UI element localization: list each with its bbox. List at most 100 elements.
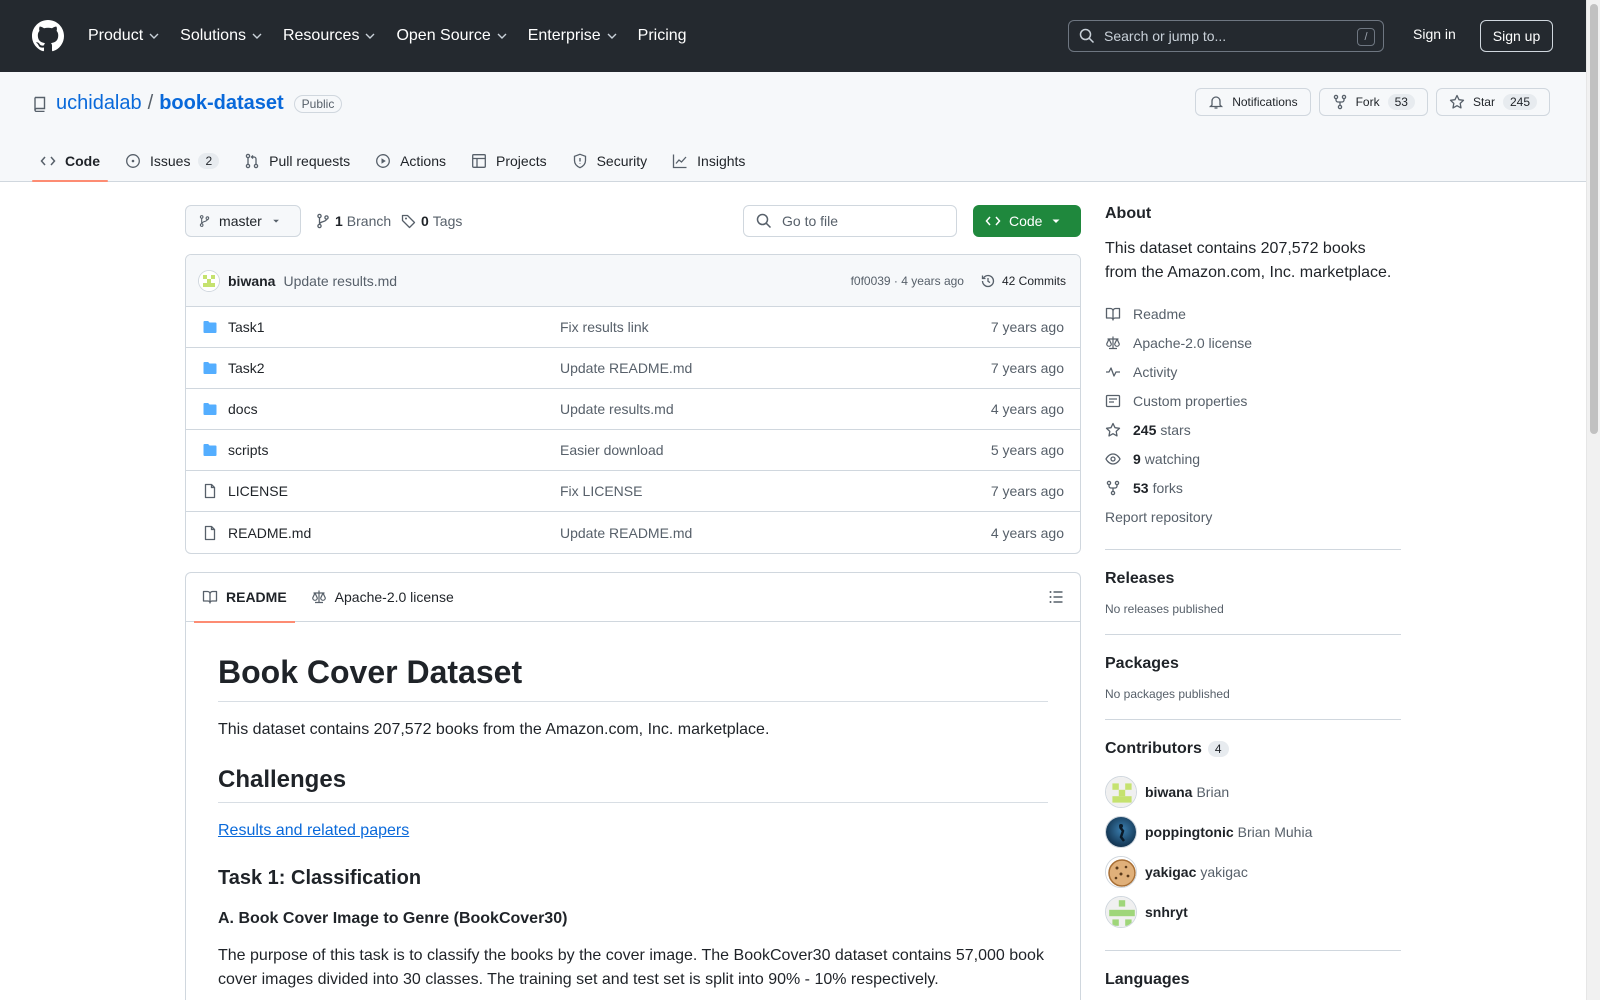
scrollbar-thumb[interactable] <box>1590 4 1598 434</box>
go-to-file-placeholder: Go to file <box>782 213 839 229</box>
file-name-link[interactable]: Task1 <box>228 319 560 335</box>
readme-results-paragraph: Results and related papers <box>218 819 1048 843</box>
tab-pull-requests[interactable]: Pull requests <box>236 140 358 182</box>
sidebar-readme-link[interactable]: Readme <box>1105 299 1401 328</box>
branch-selector-button[interactable]: master <box>185 205 301 237</box>
code-dropdown-button[interactable]: Code <box>973 205 1081 237</box>
github-logo-icon[interactable] <box>32 20 64 52</box>
contributor-item[interactable]: poppingtonic Brian Muhia <box>1105 812 1401 852</box>
file-commit-date: 7 years ago <box>990 319 1064 335</box>
nav-open-source-label: Open Source <box>396 27 491 44</box>
sidebar-forks-link[interactable]: 53 forks <box>1105 473 1401 502</box>
nav-pricing[interactable]: Pricing <box>638 27 687 45</box>
branch-icon <box>199 215 210 227</box>
table-row[interactable]: scripts Easier download 5 years ago <box>186 430 1080 471</box>
sidebar-activity-link[interactable]: Activity <box>1105 357 1401 386</box>
tab-security[interactable]: Security <box>564 140 656 182</box>
identicon-graphic <box>199 270 219 291</box>
sign-up-button[interactable]: Sign up <box>1480 20 1553 52</box>
contributor-item[interactable]: yakigac yakigac <box>1105 852 1401 892</box>
tab-readme[interactable]: README <box>194 573 295 623</box>
commit-author-link[interactable]: biwana <box>228 273 275 289</box>
file-toolbar: master 1 Branch 0 Tags Go to file Code <box>185 205 1081 239</box>
global-header: Product Solutions Resources Open Source … <box>0 0 1586 72</box>
table-row[interactable]: Task2 Update README.md 7 years ago <box>186 348 1080 389</box>
tab-license[interactable]: Apache-2.0 license <box>303 573 462 622</box>
file-commit-message-link[interactable]: Easier download <box>560 442 664 458</box>
list-unordered-icon[interactable] <box>1048 589 1064 605</box>
readme-title: Book Cover Dataset <box>218 622 1048 702</box>
identicon-graphic <box>1106 777 1136 807</box>
file-name-link[interactable]: LICENSE <box>228 483 560 499</box>
eye-icon <box>1105 452 1121 465</box>
readme-content: Book Cover Dataset This dataset contains… <box>186 622 1080 992</box>
table-row[interactable]: Task1 Fix results link 7 years ago <box>186 307 1080 348</box>
branch-count: 1 <box>335 213 343 229</box>
table-row[interactable]: LICENSE Fix LICENSE 7 years ago <box>186 471 1080 512</box>
releases-heading[interactable]: Releases <box>1105 570 1401 588</box>
repo-tabs: Code Issues 2 Pull requests Actions Proj… <box>32 140 762 182</box>
table-row[interactable]: docs Update results.md 4 years ago <box>186 389 1080 430</box>
sidebar-custom-properties-link[interactable]: Custom properties <box>1105 386 1401 415</box>
pulse-icon <box>1106 366 1120 377</box>
nav-product[interactable]: Product <box>88 27 160 45</box>
contributor-item[interactable]: snhryt <box>1105 892 1401 932</box>
tab-insights[interactable]: Insights <box>664 140 753 182</box>
nav-resources-label: Resources <box>282 27 360 44</box>
file-commit-message-link[interactable]: Update results.md <box>560 401 674 417</box>
nav-open-source[interactable]: Open Source <box>396 27 507 45</box>
star-label: Star <box>1472 95 1495 109</box>
repo-owner-link[interactable]: uchidalab <box>56 92 142 115</box>
nav-enterprise[interactable]: Enterprise <box>528 27 618 45</box>
avatar[interactable] <box>198 269 220 292</box>
tab-code[interactable]: Code <box>32 140 108 182</box>
file-commit-message-link[interactable]: Update README.md <box>560 525 692 541</box>
sidebar-stars-link[interactable]: 245 stars <box>1105 415 1401 444</box>
table-row[interactable]: README.md Update README.md 4 years ago <box>186 512 1080 553</box>
sidebar-divider <box>1105 719 1401 720</box>
commits-history-link[interactable]: 42 Commits <box>980 273 1066 289</box>
sidebar-license-link[interactable]: Apache-2.0 license <box>1105 328 1401 357</box>
file-name-link[interactable]: docs <box>228 401 560 417</box>
results-link[interactable]: Results and related papers <box>218 822 409 839</box>
contributors-heading[interactable]: Contributors 4 <box>1105 740 1401 758</box>
page-scrollbar[interactable] <box>1586 0 1600 1000</box>
avatar <box>1105 816 1137 848</box>
star-button[interactable]: Star 245 <box>1435 88 1550 116</box>
releases-empty-text: No releases published <box>1105 602 1224 616</box>
contributor-item[interactable]: biwana Brian <box>1105 772 1401 812</box>
branches-link[interactable]: 1 Branch <box>315 213 391 229</box>
report-repository-link[interactable]: Report repository <box>1105 502 1401 531</box>
fork-button[interactable]: Fork 53 <box>1318 88 1428 116</box>
tab-issues[interactable]: Issues 2 <box>117 140 227 182</box>
notifications-button[interactable]: Notifications <box>1195 88 1311 116</box>
tab-license-label: Apache-2.0 license <box>334 589 454 605</box>
contributor-login: poppingtonic <box>1145 824 1234 840</box>
repo-name-link[interactable]: book-dataset <box>159 92 283 115</box>
file-commit-message-link[interactable]: Fix results link <box>560 319 649 335</box>
tags-link[interactable]: 0 Tags <box>401 213 462 229</box>
readme-intro: This dataset contains 207,572 books from… <box>218 721 770 738</box>
tab-actions[interactable]: Actions <box>367 140 454 182</box>
file-commit-message-link[interactable]: Fix LICENSE <box>560 483 642 499</box>
tab-projects[interactable]: Projects <box>463 140 555 182</box>
commit-message-link[interactable]: Update results.md <box>283 273 397 289</box>
sign-in-link[interactable]: Sign in <box>1413 26 1456 42</box>
sidebar-watching-link[interactable]: 9 watching <box>1105 444 1401 473</box>
go-to-file-input[interactable]: Go to file <box>743 205 957 237</box>
issue-icon <box>126 154 140 168</box>
law-icon <box>1106 336 1120 349</box>
file-name-link[interactable]: Task2 <box>228 360 560 376</box>
nav-resources[interactable]: Resources <box>283 27 376 45</box>
nav-solutions[interactable]: Solutions <box>180 27 263 45</box>
global-search-input[interactable]: Search or jump to... / <box>1068 20 1384 52</box>
code-icon <box>985 216 1001 226</box>
readme-challenges-heading: Challenges <box>218 758 1048 803</box>
packages-heading[interactable]: Packages <box>1105 655 1401 673</box>
tab-insights-label: Insights <box>697 153 746 169</box>
file-name-link[interactable]: scripts <box>228 442 560 458</box>
commit-hash-time[interactable]: f0f0039 · 4 years ago <box>851 274 964 288</box>
file-name-link[interactable]: README.md <box>228 525 560 541</box>
file-commit-message-link[interactable]: Update README.md <box>560 360 692 376</box>
tab-actions-label: Actions <box>400 153 447 169</box>
